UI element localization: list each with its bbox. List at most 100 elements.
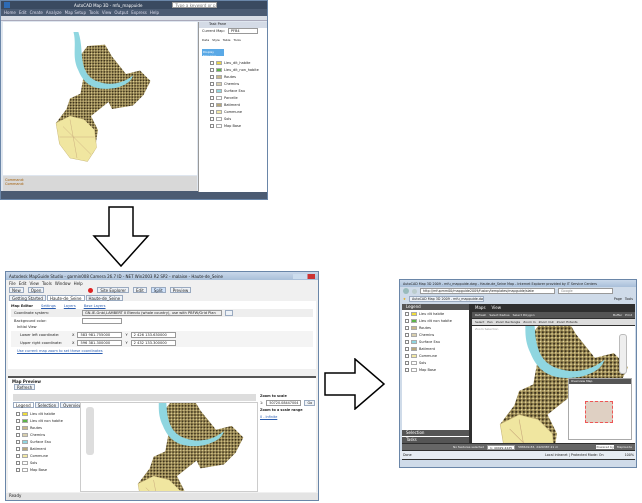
legend-item[interactable]: Sols: [13, 459, 78, 466]
layer-checkbox[interactable]: [210, 81, 214, 86]
menu-tools[interactable]: Tools: [42, 281, 52, 286]
menu-analyze[interactable]: Analyze: [46, 10, 62, 15]
zoom-selection-button[interactable]: Zoom Selection: [475, 327, 498, 331]
layer-checkbox[interactable]: [16, 432, 20, 437]
use-current-zoom-link[interactable]: Use current map zoom to set these coordi…: [11, 349, 313, 353]
lower-left-y-input[interactable]: 2 426 133.630000: [130, 332, 176, 338]
legend-item[interactable]: Map Base: [207, 122, 267, 129]
upper-right-y-input[interactable]: 2 432 133.300000: [130, 340, 176, 346]
layer-checkbox[interactable]: [210, 95, 214, 100]
layer-checkbox[interactable]: [210, 123, 214, 128]
search-input[interactable]: Type a keyword or phrase: [172, 2, 218, 8]
data-button[interactable]: Data: [202, 38, 209, 42]
tab-getting-started[interactable]: Getting Started: [9, 294, 46, 301]
zoom-range-link[interactable]: 0 - Infinite: [260, 415, 314, 419]
command-line[interactable]: Command: Command:: [3, 176, 197, 192]
zoom-scale-input[interactable]: 50720.08447004: [266, 400, 302, 406]
tab-haute-de-seine-2[interactable]: Haute-de_Seine: [85, 294, 124, 301]
split-button[interactable]: Split: [150, 287, 166, 293]
menu-view[interactable]: View: [102, 10, 112, 15]
menu-edit[interactable]: Edit: [19, 281, 27, 286]
menu-window[interactable]: Window: [55, 281, 71, 286]
layer-checkbox[interactable]: [405, 360, 409, 365]
menu-view[interactable]: View: [492, 305, 502, 310]
menu-tools[interactable]: Tools: [89, 10, 99, 15]
browse-button[interactable]: [225, 310, 233, 316]
legend-item[interactable]: Batiment: [207, 101, 267, 108]
legend-item[interactable]: Batiment: [13, 445, 78, 452]
base-layers-link[interactable]: Base Layers: [84, 304, 106, 308]
zoom-slider[interactable]: [619, 334, 627, 374]
menu-maps[interactable]: Maps: [475, 305, 486, 310]
legend-item[interactable]: Lieu dit non habite: [402, 317, 469, 324]
tab-haute-de-seine[interactable]: Haute-de_Seine: [46, 294, 85, 301]
legend-item[interactable]: Routes: [402, 324, 469, 331]
open-button[interactable]: Open: [27, 287, 45, 293]
pan-button[interactable]: Pan: [487, 320, 492, 324]
layer-checkbox[interactable]: [16, 418, 20, 423]
legend-item[interactable]: Lieu dit non habite: [13, 417, 78, 424]
layer-checkbox[interactable]: [16, 467, 20, 472]
stop-icon[interactable]: [88, 287, 94, 293]
select-radius-button[interactable]: Select Radius: [489, 313, 509, 317]
menu-express[interactable]: Express: [131, 10, 147, 15]
window-controls[interactable]: [293, 273, 315, 279]
layer-checkbox[interactable]: [210, 74, 214, 79]
layer-checkbox[interactable]: [210, 88, 214, 93]
settings-link[interactable]: Settings: [41, 304, 56, 308]
zoom-in-button[interactable]: Zoom In: [523, 320, 535, 324]
overview-extent-box[interactable]: [585, 401, 613, 423]
zoom-out-button[interactable]: Zoom Out: [539, 320, 554, 324]
menu-help[interactable]: Help: [150, 10, 159, 15]
layer-checkbox[interactable]: [16, 411, 20, 416]
legend-item[interactable]: Chemins: [402, 331, 469, 338]
tasks-panel-header[interactable]: Tasks: [402, 437, 469, 443]
forward-button[interactable]: [412, 288, 417, 294]
layer-checkbox[interactable]: [405, 367, 409, 372]
layer-checkbox[interactable]: [210, 116, 214, 121]
legend-item[interactable]: Routes: [207, 73, 267, 80]
print-button[interactable]: Print: [625, 313, 632, 317]
layer-checkbox[interactable]: [16, 453, 20, 458]
legend-item[interactable]: Lieu_dit_non_habite: [207, 66, 267, 73]
zoom-rectangle-button[interactable]: Zoom Rectangle: [496, 320, 521, 324]
legend-item[interactable]: Sols: [402, 359, 469, 366]
layer-checkbox[interactable]: [210, 102, 214, 107]
search-input[interactable]: Google: [558, 288, 613, 294]
legend-item[interactable]: Commune: [13, 452, 78, 459]
legend-item[interactable]: Surface Eau: [402, 338, 469, 345]
tools-menu[interactable]: Tools: [625, 297, 633, 301]
menu-create[interactable]: Create: [30, 10, 43, 15]
buffer-button[interactable]: Buffer: [613, 313, 622, 317]
back-button[interactable]: [403, 288, 409, 294]
select-polygon-button[interactable]: Select Polygon: [513, 313, 535, 317]
go-button[interactable]: Go: [304, 400, 316, 406]
preview-map[interactable]: [80, 383, 258, 500]
legend-item[interactable]: Chemins: [13, 431, 78, 438]
fusion-map[interactable]: Zoom Selection Overview Map: [472, 301, 635, 467]
layer-checkbox[interactable]: [405, 318, 409, 323]
menu-map-setup[interactable]: Map Setup: [65, 10, 86, 15]
layer-checkbox[interactable]: [16, 425, 20, 430]
tab-selection[interactable]: Selection: [34, 402, 60, 408]
legend-item[interactable]: Commune: [207, 108, 267, 115]
refresh-button[interactable]: Refresh: [14, 384, 36, 390]
edit-button[interactable]: Edit: [133, 287, 147, 293]
legend-item[interactable]: Routes: [13, 424, 78, 431]
drawing-canvas[interactable]: [3, 22, 197, 175]
layer-checkbox[interactable]: [16, 460, 20, 465]
legend-item[interactable]: Map Base: [13, 466, 78, 473]
zoom-slider[interactable]: [86, 407, 94, 455]
layer-checkbox[interactable]: [405, 311, 409, 316]
legend-item[interactable]: Chemins: [207, 80, 267, 87]
lower-left-x-input[interactable]: 583 981.755000: [77, 332, 123, 338]
layer-checkbox[interactable]: [405, 339, 409, 344]
legend-item[interactable]: Parcelle: [207, 94, 267, 101]
refresh-button[interactable]: Refresh: [475, 313, 486, 317]
selection-panel-header[interactable]: Selection: [402, 430, 469, 436]
zoom-extents-button[interactable]: Zoom Extents: [557, 320, 578, 324]
legend-item[interactable]: Lieu dit habite: [402, 310, 469, 317]
layers-link[interactable]: Layers: [64, 304, 76, 308]
background-color-select[interactable]: [82, 318, 122, 324]
select-button[interactable]: Select: [475, 320, 484, 324]
